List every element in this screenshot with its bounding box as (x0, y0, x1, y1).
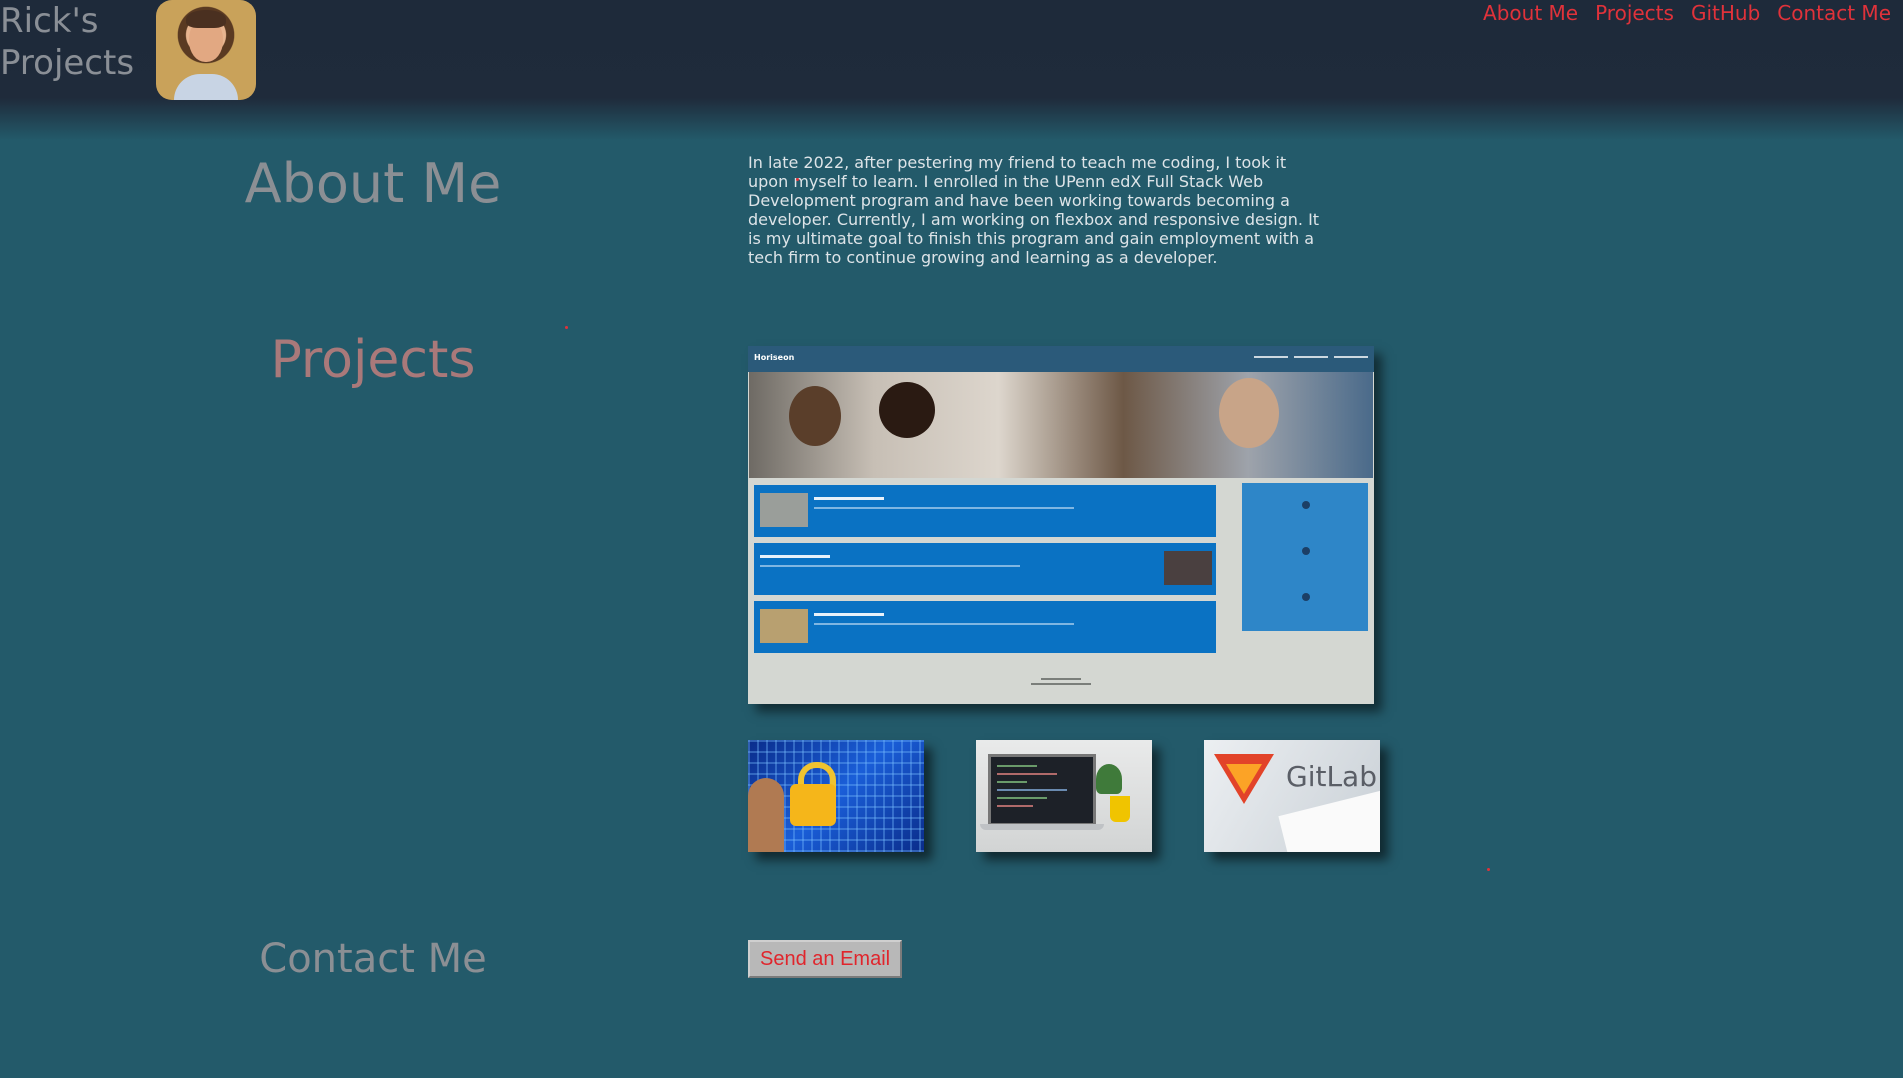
paper-shape (1278, 789, 1380, 852)
nav-projects[interactable]: Projects (1595, 0, 1674, 26)
featured-nav-links (1254, 356, 1368, 358)
contact-heading: Contact Me (259, 936, 487, 982)
send-email-button[interactable]: Send an Email (748, 940, 903, 978)
gitlab-logo-inner (1226, 764, 1262, 794)
featured-card-list (752, 483, 1218, 657)
padlock-icon (790, 784, 836, 826)
project-thumb-gitlab[interactable]: GitLab (1204, 740, 1380, 852)
project-thumb-lock[interactable] (748, 740, 924, 852)
featured-card (752, 541, 1218, 597)
featured-hero-image (749, 372, 1373, 478)
stray-dot (1487, 868, 1490, 871)
laptop-icon (988, 754, 1096, 826)
featured-footer (748, 678, 1374, 688)
gitlab-wordmark: GitLab (1286, 760, 1377, 793)
stray-dot (565, 326, 568, 329)
site-header: Rick's Projects About Me Projects GitHub… (0, 0, 1903, 140)
site-title-line2: Projects (0, 43, 135, 83)
featured-logo: Horiseon (754, 353, 795, 362)
about-text: In late 2022, after pestering my friend … (748, 153, 1320, 267)
stray-dot (796, 178, 799, 181)
hand-shape (748, 778, 784, 852)
nav-about-me[interactable]: About Me (1483, 0, 1578, 26)
featured-project-screenshot[interactable]: Horiseon (748, 346, 1374, 704)
projects-heading: Projects (270, 330, 476, 390)
main-nav: About Me Projects GitHub Contact Me (1483, 0, 1891, 26)
plant-icon (1096, 764, 1122, 794)
nav-contact-me[interactable]: Contact Me (1777, 0, 1891, 26)
featured-navbar: Horiseon (748, 346, 1374, 372)
laptop-base (980, 824, 1104, 830)
about-heading: About Me (244, 152, 502, 215)
featured-card (752, 599, 1218, 655)
featured-sidebar (1242, 483, 1368, 631)
nav-github[interactable]: GitHub (1691, 0, 1760, 26)
featured-card (752, 483, 1218, 539)
site-title: Rick's Projects (0, 0, 134, 84)
cup-icon (1110, 796, 1130, 822)
project-thumb-laptop[interactable] (976, 740, 1152, 852)
avatar-hair (186, 10, 226, 28)
avatar (156, 0, 256, 100)
avatar-shirt (174, 74, 238, 100)
site-title-line1: Rick's (0, 1, 99, 41)
